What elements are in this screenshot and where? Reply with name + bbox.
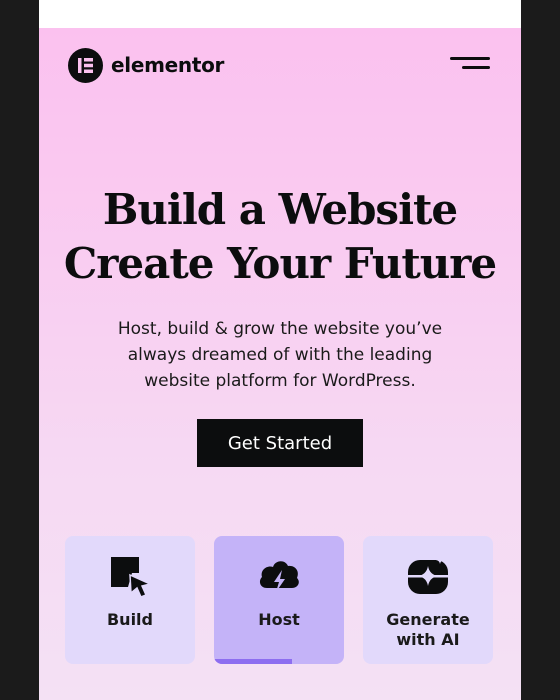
brand-name: elementor [111,53,225,77]
feature-progress-bar [214,659,292,664]
feature-card-build[interactable]: Build [65,536,195,664]
elementor-e-icon [68,47,103,83]
hamburger-menu-icon[interactable] [450,55,492,75]
get-started-button[interactable]: Get Started [197,419,363,467]
cloud-lightning-icon [257,554,301,598]
build-cursor-icon [108,554,153,598]
feature-label: Host [258,610,300,629]
ai-sparkle-icon [406,554,450,598]
hero-section: elementor Build a Website Create Your Fu… [39,28,521,700]
site-header: elementor [68,47,492,83]
feature-label: Generate with AI [386,610,470,649]
feature-card-generate-ai[interactable]: Generate with AI [363,536,493,664]
brand-logo[interactable]: elementor [68,47,224,83]
headline-line-2: Create Your Future [63,239,497,288]
feature-label: Build [106,610,153,629]
headline-line-1: Build a Website [102,185,458,234]
screen-frame: elementor Build a Website Create Your Fu… [0,0,560,700]
feature-card-host[interactable]: Host [214,536,344,664]
hero-subtext: Host, build & grow the website you’ve al… [117,319,443,391]
menu-bar-bottom [462,66,490,69]
page: elementor Build a Website Create Your Fu… [39,0,521,700]
feature-cards: Build Host Generate with AI [65,536,495,664]
menu-bar-top [450,57,490,60]
hero-headline: Build a Website Create Your Future [39,183,521,291]
